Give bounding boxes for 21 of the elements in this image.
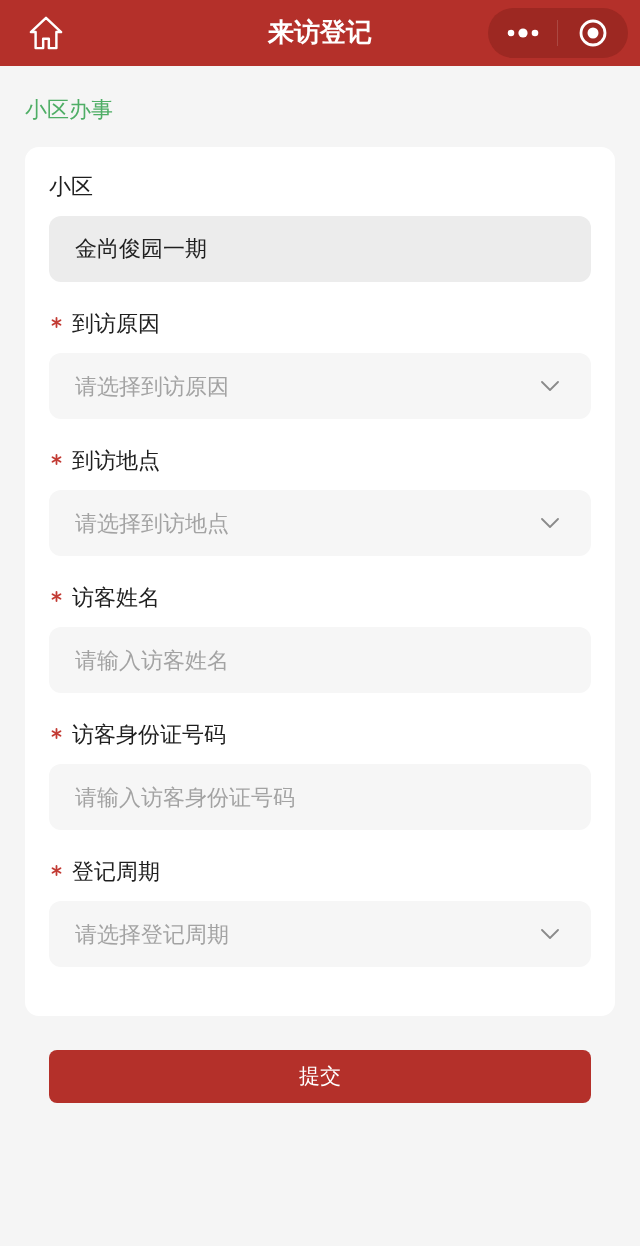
submit-button[interactable]: 提交 — [49, 1050, 591, 1103]
field-label: 到访地点 — [72, 447, 160, 475]
select-field[interactable]: 请选择到访原因 — [49, 353, 591, 419]
page-title: 来访登记 — [268, 17, 372, 49]
select-field[interactable]: 请选择登记周期 — [49, 901, 591, 967]
home-icon — [29, 16, 63, 50]
field-label: 登记周期 — [72, 858, 160, 886]
chevron-down-icon — [541, 381, 559, 391]
field-label: 访客身份证号码 — [72, 721, 226, 749]
field-label: 到访原因 — [72, 310, 160, 338]
home-button[interactable] — [29, 16, 63, 50]
input-field[interactable]: 请输入访客姓名 — [49, 627, 591, 693]
more-icon — [506, 28, 539, 38]
chevron-down-icon — [541, 518, 559, 528]
target-icon — [578, 19, 607, 47]
select-field[interactable]: 请选择到访地点 — [49, 490, 591, 556]
field-label: 小区 — [49, 173, 93, 201]
community-field[interactable]: 金尚俊园一期 — [49, 216, 591, 282]
field-label: 访客姓名 — [72, 584, 160, 612]
chevron-down-icon — [541, 929, 559, 939]
input-field[interactable]: 请输入访客身份证号码 — [49, 764, 591, 830]
